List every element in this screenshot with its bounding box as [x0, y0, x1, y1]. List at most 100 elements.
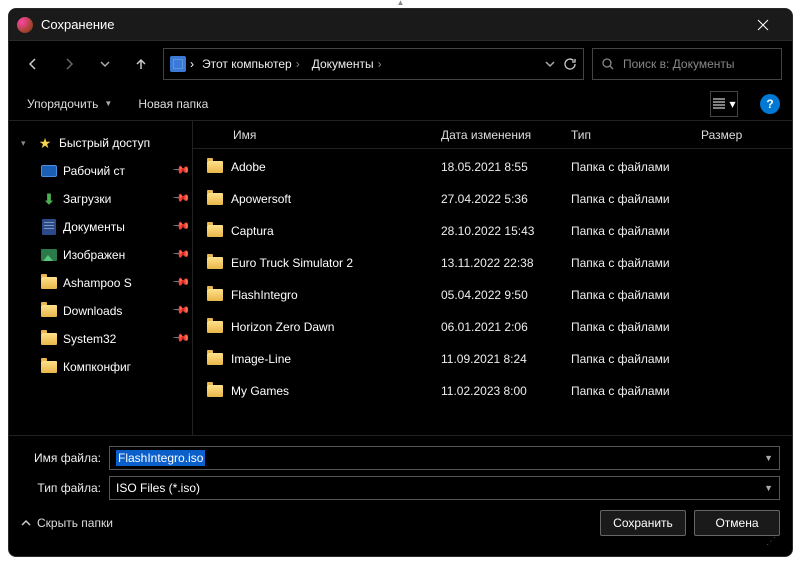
sidebar-item[interactable]: Документы📌	[9, 213, 192, 241]
chevron-down-icon	[100, 59, 110, 69]
sidebar-item[interactable]: Компконфиг	[9, 353, 192, 381]
fld-icon	[41, 303, 57, 319]
column-name[interactable]: ▲Имя	[207, 128, 441, 142]
file-type: Папка с файлами	[571, 288, 701, 302]
desk-icon	[41, 163, 57, 179]
sidebar-item-label: Загрузки	[63, 192, 168, 206]
sidebar-label: Быстрый доступ	[59, 136, 192, 150]
folder-icon	[207, 289, 223, 301]
chevron-right-icon: ›	[190, 57, 194, 71]
recent-button[interactable]	[91, 50, 119, 78]
pic-icon	[41, 247, 57, 263]
file-name: Apowersoft	[231, 192, 291, 206]
back-button[interactable]	[19, 50, 47, 78]
chevron-down-icon[interactable]: ▼	[764, 453, 773, 463]
column-date[interactable]: Дата изменения	[441, 128, 571, 142]
table-row[interactable]: My Games11.02.2023 8:00Папка с файлами	[193, 375, 792, 407]
breadcrumb-root[interactable]: Этот компьютер›	[198, 55, 304, 73]
file-name: FlashIntegro	[231, 288, 298, 302]
up-button[interactable]	[127, 50, 155, 78]
pin-icon: 📌	[172, 160, 193, 182]
chevron-right-icon: ›	[378, 57, 382, 71]
help-button[interactable]: ?	[760, 94, 780, 114]
pin-icon: 📌	[172, 244, 193, 266]
file-date: 11.09.2021 8:24	[441, 352, 571, 366]
filetype-select[interactable]: ISO Files (*.iso) ▼	[109, 476, 780, 500]
arrow-up-icon	[134, 57, 148, 71]
file-type: Папка с файлами	[571, 384, 701, 398]
file-type: Папка с файлами	[571, 192, 701, 206]
arrow-right-icon	[62, 57, 76, 71]
view-button[interactable]: ▾	[710, 91, 738, 117]
filetype-row: Тип файла: ISO Files (*.iso) ▼	[21, 476, 780, 500]
sidebar-item[interactable]: Изображен📌	[9, 241, 192, 269]
new-folder-button[interactable]: Новая папка	[132, 93, 214, 115]
toolbar: Упорядочить▼ Новая папка ▾ ?	[9, 87, 792, 121]
table-row[interactable]: Euro Truck Simulator 213.11.2022 22:38Па…	[193, 247, 792, 279]
file-type: Папка с файлами	[571, 256, 701, 270]
pin-icon: 📌	[172, 328, 193, 350]
table-row[interactable]: FlashIntegro05.04.2022 9:50Папка с файла…	[193, 279, 792, 311]
organize-button[interactable]: Упорядочить▼	[21, 93, 118, 115]
table-row[interactable]: Horizon Zero Dawn06.01.2021 2:06Папка с …	[193, 311, 792, 343]
file-type: Папка с файлами	[571, 224, 701, 238]
column-type[interactable]: Тип	[571, 128, 701, 142]
fld-icon	[41, 359, 57, 375]
folder-icon	[207, 321, 223, 333]
hide-folders-button[interactable]: Скрыть папки	[21, 516, 113, 530]
filename-input[interactable]: FlashIntegro.iso ▼	[109, 446, 780, 470]
file-date: 27.04.2022 5:36	[441, 192, 571, 206]
chevron-up-icon	[21, 518, 31, 528]
table-row[interactable]: Apowersoft 27.04.2022 5:36Папка с файлами	[193, 183, 792, 215]
refresh-icon	[563, 57, 577, 71]
pin-icon: 📌	[172, 272, 193, 294]
file-type: Папка с файлами	[571, 352, 701, 366]
sidebar-item[interactable]: Ashampoo S📌	[9, 269, 192, 297]
chevron-down-icon[interactable]: ▼	[764, 483, 773, 493]
chevron-down-icon: ▾	[729, 97, 735, 111]
file-name: Image-Line	[231, 352, 291, 366]
sidebar-item[interactable]: ⬇Загрузки📌	[9, 185, 192, 213]
chevron-down-icon: ▼	[104, 99, 112, 108]
collapse-icon[interactable]: ▾	[21, 138, 31, 149]
doc-icon	[41, 219, 57, 235]
folder-icon	[207, 257, 223, 269]
sidebar-item[interactable]: System32📌	[9, 325, 192, 353]
table-row[interactable]: Adobe18.05.2021 8:55Папка с файлами	[193, 151, 792, 183]
address-dropdown[interactable]	[545, 59, 555, 69]
save-button[interactable]: Сохранить	[600, 510, 686, 536]
close-icon	[757, 19, 769, 31]
sidebar-quick-access[interactable]: ▾ ★ Быстрый доступ	[9, 129, 192, 157]
breadcrumb-current[interactable]: Документы›	[308, 55, 386, 73]
location-icon	[170, 56, 186, 72]
sidebar-item[interactable]: Downloads📌	[9, 297, 192, 325]
address-bar[interactable]: › Этот компьютер› Документы›	[163, 48, 584, 80]
resize-grip[interactable]: ⋰	[21, 536, 780, 548]
table-row[interactable]: Captura28.10.2022 15:43Папка с файлами	[193, 215, 792, 247]
filename-value: FlashIntegro.iso	[116, 450, 205, 466]
search-placeholder: Поиск в: Документы	[623, 57, 735, 71]
app-icon	[17, 17, 33, 33]
sidebar-item-label: Компконфиг	[63, 360, 168, 374]
filename-row: Имя файла: FlashIntegro.iso ▼	[21, 446, 780, 470]
file-name: Horizon Zero Dawn	[231, 320, 334, 334]
list-view-icon	[712, 98, 726, 110]
refresh-button[interactable]	[563, 57, 577, 71]
file-pane: ▲Имя Дата изменения Тип Размер Adobe18.0…	[193, 121, 792, 435]
search-input[interactable]: Поиск в: Документы	[592, 48, 782, 80]
search-icon	[601, 57, 615, 71]
table-row[interactable]: Image-Line 11.09.2021 8:24Папка с файлами	[193, 343, 792, 375]
sidebar-item[interactable]: Рабочий ст📌	[9, 157, 192, 185]
column-size[interactable]: Размер	[701, 128, 771, 142]
forward-button[interactable]	[55, 50, 83, 78]
close-button[interactable]	[742, 9, 784, 41]
file-date: 28.10.2022 15:43	[441, 224, 571, 238]
star-icon: ★	[37, 135, 53, 151]
cancel-button[interactable]: Отмена	[694, 510, 780, 536]
file-name: My Games	[231, 384, 289, 398]
window-title: Сохранение	[41, 17, 742, 32]
file-name: Adobe	[231, 160, 266, 174]
bottom-panel: Имя файла: FlashIntegro.iso ▼ Тип файла:…	[9, 435, 792, 556]
folder-icon	[207, 225, 223, 237]
dl-icon: ⬇	[41, 191, 57, 207]
